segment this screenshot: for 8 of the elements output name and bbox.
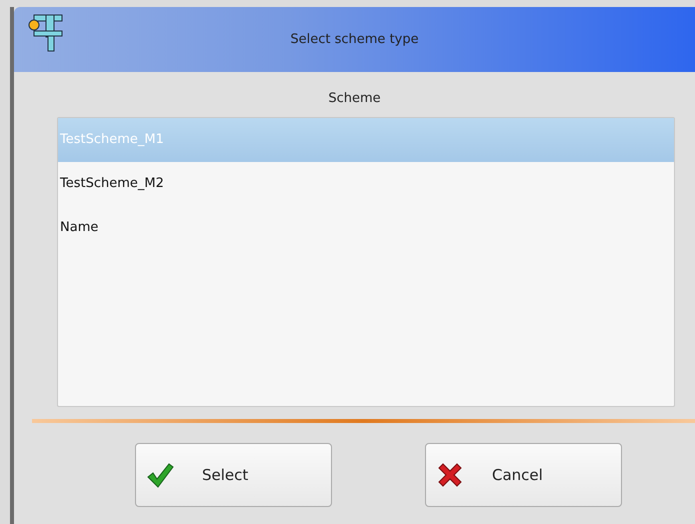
select-button[interactable]: Select [135, 443, 332, 507]
checkmark-icon [146, 461, 174, 489]
cross-icon [436, 461, 464, 489]
window-title: Select scheme type [289, 32, 420, 47]
list-item[interactable]: TestScheme_M2 [58, 162, 674, 206]
cancel-button[interactable]: Cancel [425, 443, 622, 507]
list-header: Scheme [327, 91, 382, 106]
list-item[interactable]: Name [58, 206, 674, 250]
